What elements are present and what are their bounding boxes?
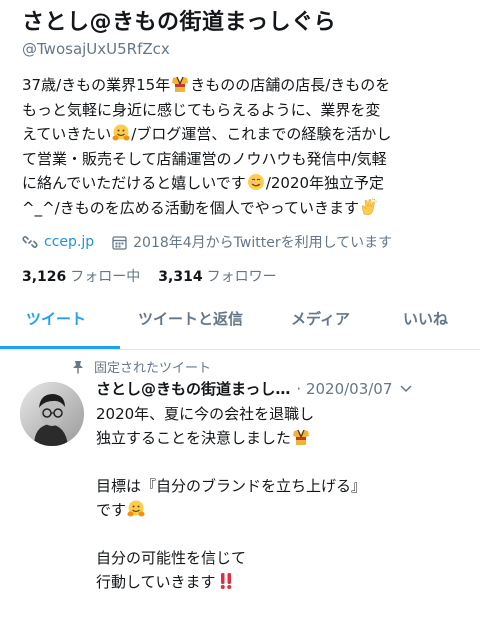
kimono-emoji-icon [172, 76, 189, 92]
tweet-line [96, 450, 466, 474]
tweet-text: 2020年、夏に今の会社を退職し 独立することを決意しました 目標は『自分のブラ… [96, 402, 466, 594]
profile-meta: ccep.jp 2018年4月からTwitterを利用しています [22, 232, 392, 252]
bio-line: 37歳/きもの業界15年 きものの店舗の店長/きものを [22, 76, 391, 94]
followers-label[interactable]: フォロワー [207, 269, 277, 285]
hugging-face-emoji-icon [127, 500, 145, 517]
bio-line: て営業・販売そして店舗運営のノウハウも発信中/気軽 [22, 149, 387, 168]
active-tab-indicator [0, 346, 120, 349]
profile-tabs: ツイート ツイートと返信 メディア いいね [0, 296, 480, 350]
profile-name: さとし@きもの街道まっしぐら [22, 10, 337, 35]
tweet-line: 目標は『自分のブランドを立ち上げる』 [96, 477, 367, 495]
tweet-header: さとし@きもの街道まっし… · 2020/03/07 [96, 378, 412, 399]
avatar[interactable] [20, 382, 84, 446]
tab-tweets[interactable]: ツイート [26, 308, 86, 329]
tweet-line: 2020年、夏に今の会社を退職し [96, 405, 315, 423]
followers-count[interactable]: 3,314 [158, 269, 202, 285]
clapping-hands-emoji-icon [361, 197, 377, 215]
bio-line: ^_^/きものを広める活動を個人でやっていきます [22, 196, 467, 221]
tab-tweets-and-replies[interactable]: ツイートと返信 [138, 308, 243, 329]
pin-icon [72, 360, 84, 374]
smiling-face-emoji-icon [247, 174, 264, 190]
profile-bio: 37歳/きもの業界15年 きものの店舗の店長/きものを もっと気軽に身近に感じても… [22, 73, 467, 220]
tab-media[interactable]: メディア [291, 308, 350, 329]
following-count[interactable]: 3,126 [22, 269, 66, 285]
calendar-icon [112, 235, 127, 250]
profile-link[interactable]: ccep.jp [44, 234, 94, 250]
tweet-line: です [96, 498, 466, 522]
kimono-emoji-icon [293, 429, 310, 445]
double-exclamation-emoji-icon [220, 573, 231, 589]
profile-handle: @TwosajUxU5RfZcx [22, 40, 170, 58]
pinned-indicator: 固定されたツイート [72, 357, 211, 376]
tab-likes[interactable]: いいね [403, 308, 448, 329]
tweet-author-name[interactable]: さとし@きもの街道まっし… [96, 378, 290, 399]
hugging-face-emoji-icon [112, 124, 130, 141]
tweet-line: 独立することを決意しました [96, 426, 466, 450]
tweet-line: 行動していきます [96, 570, 466, 594]
bio-line: えていきたい/ブログ運営、これまでの経験を活かし [22, 124, 392, 143]
tweet-line [96, 522, 466, 546]
tweet-date[interactable]: · 2020/03/07 [296, 380, 392, 398]
following-label[interactable]: フォロー中 [70, 269, 140, 285]
link-icon [22, 235, 38, 249]
tweet-line: 自分の可能性を信じて [96, 549, 247, 567]
bio-line: に絡んでいただけると嬉しいです/2020年独立予定 [22, 174, 385, 192]
follow-stats: 3,126 フォロー中 3,314 フォロワー [22, 266, 295, 286]
bio-line: もっと気軽に身近に感じてもらえるように、業界を変 [22, 100, 381, 119]
joined-date: 2018年4月からTwitterを利用しています [133, 235, 393, 251]
chevron-down-icon[interactable] [400, 384, 412, 393]
pinned-label: 固定されたツイート [94, 361, 212, 376]
